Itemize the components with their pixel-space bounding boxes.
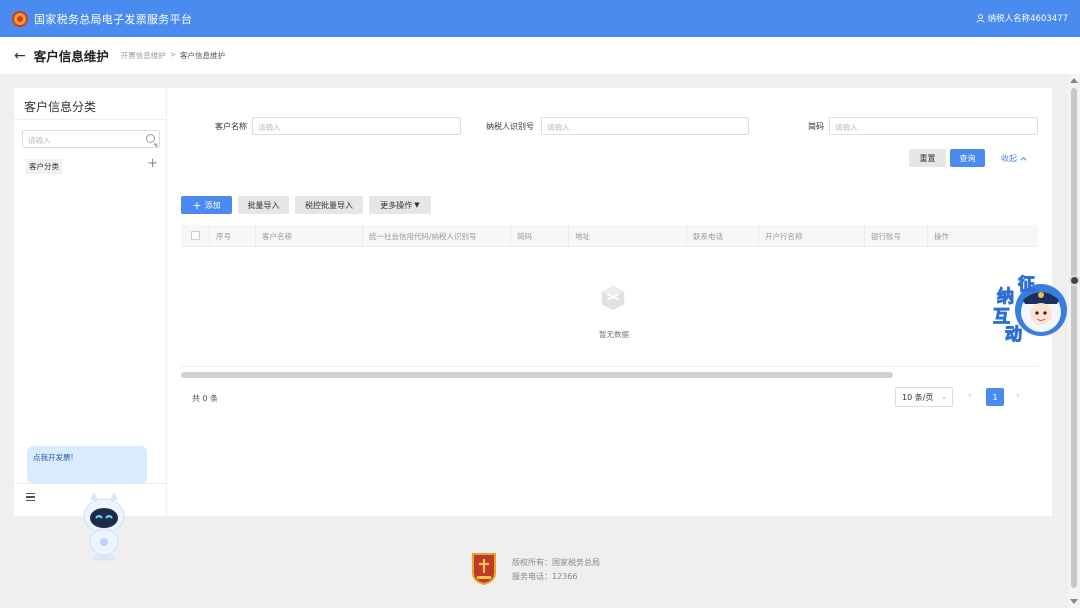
batch-import-button[interactable]: 批量导入 xyxy=(238,196,289,214)
reset-button[interactable]: 重置 xyxy=(909,149,946,167)
plus-icon: + xyxy=(192,198,202,212)
assistant-bubble[interactable]: 点我开发票! xyxy=(27,446,147,484)
app-title: 国家税务总局电子发票服务平台 xyxy=(34,12,193,26)
column-header: 操作 xyxy=(927,225,1038,247)
divider xyxy=(14,119,167,120)
breadcrumb-item-parent[interactable]: 开票信息维护 xyxy=(121,50,166,61)
badge-char: 动 xyxy=(1005,325,1023,346)
column-header: 地址 xyxy=(568,225,686,247)
column-header: 银行账号 xyxy=(864,225,927,247)
empty-state-text: 暂无数据 xyxy=(599,330,629,339)
breadcrumb-item-current: 客户信息维护 xyxy=(180,51,226,60)
scroll-down-arrow-icon[interactable] xyxy=(1070,599,1078,604)
page-size-value: 10 条/页 xyxy=(902,392,934,402)
taxpayer-id-label: 纳税人识别号 xyxy=(486,122,534,131)
table-header: 序号 客户名称 统一社会信用代码/纳税人识别号 简码 地址 联系电话 开户行名称… xyxy=(181,225,1038,247)
sidebar-item-customer-category[interactable]: 客户分类 xyxy=(26,159,62,174)
search-icon[interactable] xyxy=(146,134,155,143)
customer-name-label: 客户名称 xyxy=(215,122,247,131)
assistant-bubble-text: 点我开发票! xyxy=(33,453,74,462)
caret-down-icon: ▼ xyxy=(414,201,420,209)
page-header: ← 客户信息维护 开票信息维护 > 客户信息维护 xyxy=(0,37,1080,74)
short-name-label: 简码 xyxy=(808,122,824,131)
chevron-down-icon: ⌄ xyxy=(941,393,947,401)
chevron-up-icon xyxy=(1020,156,1027,161)
column-header: 联系电话 xyxy=(686,225,758,247)
more-actions-label: 更多操作 xyxy=(380,200,413,210)
user-icon xyxy=(976,13,985,23)
tax-interaction-badge[interactable]: 征 纳 互 动 xyxy=(993,270,1071,346)
tax-batch-import-button[interactable]: 税控批量导入 xyxy=(295,196,363,214)
tax-emblem-icon xyxy=(12,10,28,27)
table-horizontal-scrollbar[interactable] xyxy=(181,372,893,378)
query-button[interactable]: 查询 xyxy=(950,149,985,167)
page-title: 客户信息维护 xyxy=(33,49,109,64)
top-header: 国家税务总局电子发票服务平台 纳税人名称4603477 xyxy=(0,0,1080,37)
tax-bureau-emblem-icon xyxy=(472,553,496,585)
short-name-input[interactable]: 请输入 xyxy=(829,117,1038,135)
user-menu[interactable]: 纳税人名称4603477 xyxy=(976,12,1068,24)
column-header: 统一社会信用代码/纳税人识别号 xyxy=(362,225,510,247)
table-divider xyxy=(181,366,1038,367)
category-search-input[interactable]: 请输入 xyxy=(22,130,160,148)
breadcrumb-separator: > xyxy=(169,50,177,59)
taxpayer-id-input[interactable]: 请输入 xyxy=(541,117,749,135)
column-header: 开户行名称 xyxy=(758,225,864,247)
add-category-icon[interactable]: + xyxy=(147,156,158,171)
search-placeholder: 请输入 xyxy=(28,136,51,145)
total-count: 共 0 条 xyxy=(192,394,219,403)
collapse-label: 收起 xyxy=(1001,153,1017,163)
user-name: 纳税人名称4603477 xyxy=(987,14,1068,24)
prev-page-icon[interactable]: ‹ xyxy=(968,391,972,401)
footer-copyright: 版权所有：国家税务总局 xyxy=(512,558,600,567)
sidebar-title: 客户信息分类 xyxy=(24,100,97,114)
column-header: 客户名称 xyxy=(255,225,362,247)
page-size-select[interactable]: 10 条/页 ⌄ xyxy=(895,387,953,407)
scrollbar-thumb[interactable] xyxy=(1071,88,1077,588)
add-label: 添加 xyxy=(204,200,221,210)
empty-box-icon xyxy=(601,285,625,311)
badge-char: 征 xyxy=(1018,275,1036,296)
menu-icon[interactable] xyxy=(26,493,35,501)
add-button[interactable]: + 添加 xyxy=(181,196,232,214)
column-header: 简码 xyxy=(510,225,568,247)
page-number-current[interactable]: 1 xyxy=(986,388,1004,406)
more-actions-dropdown[interactable]: 更多操作 ▼ xyxy=(369,196,431,214)
breadcrumb: 开票信息维护 > 客户信息维护 xyxy=(121,50,225,61)
main-card: 客户信息分类 请输入 客户分类 + xyxy=(14,88,1052,516)
column-header: 序号 xyxy=(209,225,255,247)
next-page-icon[interactable]: › xyxy=(1016,391,1020,401)
footer-hotline: 服务电话：12366 xyxy=(512,572,578,581)
robot-assistant-icon[interactable] xyxy=(80,490,128,562)
collapse-toggle[interactable]: 收起 xyxy=(997,149,1031,167)
select-all-checkbox[interactable] xyxy=(191,231,200,240)
customer-name-input[interactable]: 请输入 xyxy=(252,117,461,135)
scroll-knob-icon[interactable] xyxy=(1069,275,1080,286)
back-arrow-icon[interactable]: ← xyxy=(14,48,26,64)
scroll-up-arrow-icon[interactable] xyxy=(1070,78,1078,83)
